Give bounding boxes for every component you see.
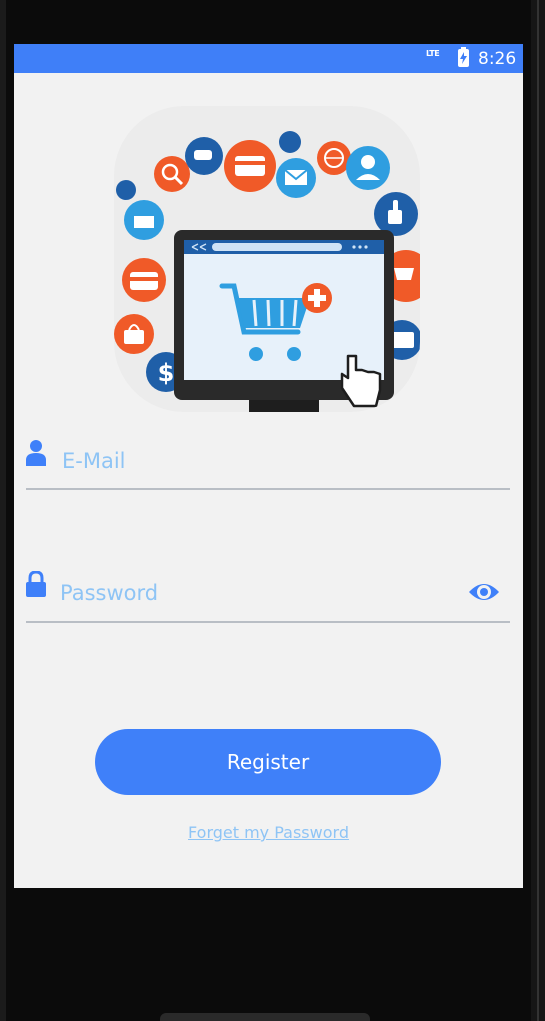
email-underline	[26, 488, 510, 490]
thumbs-up-icon	[374, 192, 418, 236]
plus-icon	[302, 283, 332, 313]
bag-icon	[114, 314, 154, 354]
device-frame-left	[0, 0, 6, 1021]
bubble-icon	[185, 137, 223, 175]
battery-icon	[458, 47, 469, 67]
credit-card-icon	[224, 140, 276, 192]
clock: 8:26	[478, 49, 517, 69]
eye-icon[interactable]	[467, 579, 501, 605]
credit-card-icon	[122, 258, 166, 302]
app-screen: LTE 8:26 $ E-Mail Password Register Forg…	[14, 44, 523, 888]
password-field[interactable]: Password	[60, 581, 158, 605]
register-button[interactable]: Register	[95, 729, 441, 795]
hero-illustration: $	[114, 106, 420, 412]
device-frame-right	[531, 0, 545, 1021]
globe-icon	[317, 141, 351, 175]
person-icon	[25, 438, 47, 471]
password-underline	[26, 621, 510, 623]
search-icon	[154, 156, 190, 192]
svg-text:$: $	[158, 359, 175, 387]
basket-icon	[116, 180, 164, 240]
user-icon	[346, 146, 390, 190]
device-home-bar	[160, 1013, 370, 1021]
network-indicator: LTE	[426, 49, 440, 58]
lock-icon	[25, 570, 47, 603]
forgot-password-link[interactable]: Forget my Password	[14, 823, 523, 842]
status-bar: LTE 8:26	[14, 44, 523, 73]
mail-icon	[276, 131, 316, 198]
email-field[interactable]: E-Mail	[62, 449, 126, 473]
